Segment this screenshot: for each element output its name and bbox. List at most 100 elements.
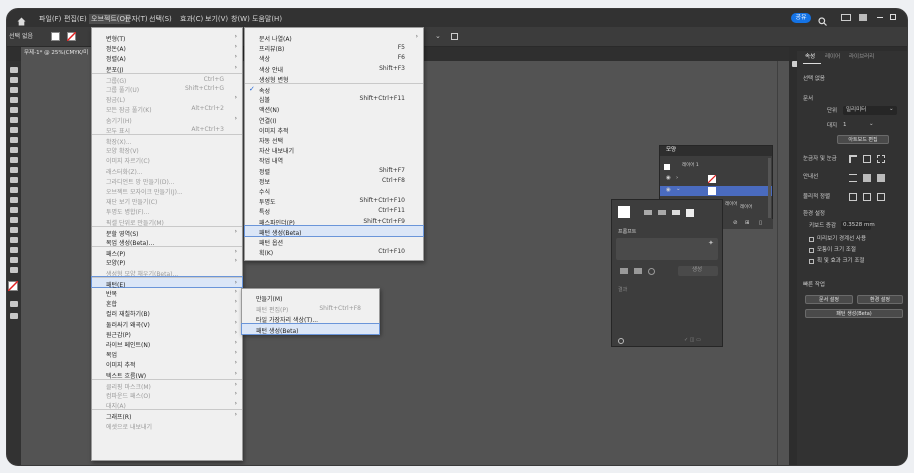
object-menu-item[interactable]: 분할 영역(S) › [92,225,242,238]
share-button[interactable]: 공유 [791,13,811,23]
object-menu-item[interactable]: 둘러싸기 왜곡(V) › [92,318,242,329]
object-menu-item[interactable]: 목업 생성(Beta)... [92,236,242,247]
window-menu-item[interactable]: 색상 F6 [245,52,423,63]
object-menu-item[interactable]: 래스터화(Z)... [92,165,242,176]
menu-object[interactable]: 오브젝트(O) [89,14,130,24]
trash-icon[interactable]: ▯ [759,220,762,227]
object-menu-item[interactable]: 패스(P) › [92,246,242,258]
object-menu-item[interactable]: 패턴(E) › [91,275,243,289]
artboard-dropdown[interactable]: 1 ⌄ [843,121,879,130]
draw-mode-icon[interactable] [10,313,18,319]
menu-edit[interactable]: 편집(E) [64,14,87,24]
home-icon[interactable] [17,13,26,26]
shape-builder-tool-icon[interactable] [10,217,18,223]
pen-tool-icon[interactable] [10,97,18,103]
chevron-right-icon[interactable]: › [676,175,678,182]
keyboard-increment-input[interactable]: 0.3528 mm [841,221,875,230]
artboard-tool-icon[interactable] [10,247,18,253]
generate-button[interactable]: 생성 [678,266,718,276]
pattern-submenu-item[interactable]: 만들기(M) [242,292,379,303]
object-menu-item[interactable]: 정렬(A) › [92,52,242,63]
window-menu-item[interactable]: 생성형 변형 [245,73,423,84]
layer-row-selected[interactable]: ◉ ⌄ [660,186,772,196]
blend-tool-icon[interactable] [10,237,18,243]
object-menu-item[interactable]: 대지(A) › [92,399,242,410]
window-menu-item[interactable]: 자동 선택 [245,134,423,145]
object-menu-item[interactable]: 숨기기(H) › [92,114,242,125]
pattern-submenu-item[interactable]: 패턴 편집(P) Shift+Ctrl+F8 [242,303,379,314]
selection-tool-icon[interactable] [10,67,18,73]
maximize-icon[interactable] [890,14,896,20]
share-doc-icon[interactable] [451,33,458,40]
layers-panel-scrollbar[interactable] [768,158,771,218]
paintbrush-tool-icon[interactable] [10,147,18,153]
object-menu-item[interactable]: 그라디언트 망 만들기(D)... [92,175,242,186]
screen-mode-icon[interactable] [10,301,18,307]
object-menu-item[interactable]: 오브젝트 모자이크 만들기(J)... [92,185,242,196]
object-menu-item[interactable]: 클리핑 마스크(M) › [92,378,242,391]
width-tool-icon[interactable] [10,197,18,203]
document-setup-button[interactable]: 문서 설정 [805,295,853,304]
curvature-tool-icon[interactable] [10,107,18,113]
object-menu-item[interactable]: 그룹(G) Ctrl+G [92,72,242,85]
snap-point-icon[interactable] [849,193,857,201]
workspace-icon[interactable] [841,14,851,21]
object-menu-item[interactable]: 재단 보기 만들기(C) [92,195,242,206]
object-menu-item[interactable]: 정돈(A) › [92,42,242,53]
transform-icon[interactable]: ⌄ [435,33,441,40]
object-menu-item[interactable]: 원근감(P) › [92,328,242,339]
window-menu-item[interactable]: 자산 내보내기 [245,144,423,155]
window-menu-item[interactable]: 작업 내역 [245,154,423,165]
edit-artboard-button[interactable]: 아트보드 편집 [837,135,889,144]
menu-type[interactable]: 문자(T) [125,14,148,24]
new-layer-icon[interactable]: ⊘ [733,220,738,227]
window-menu-item[interactable]: 심볼 Shift+Ctrl+F11 [245,93,423,104]
object-menu-item[interactable]: 투명도 병합(F)... [92,205,242,216]
eraser-tool-icon[interactable] [10,167,18,173]
duplicate-icon[interactable]: ⊞ [745,220,750,227]
pencil-tool-icon[interactable] [10,157,18,163]
object-menu-item[interactable]: 모두 표시 Alt+Ctrl+3 [92,124,242,135]
menu-select[interactable]: 선택(S) [149,14,172,24]
pattern-submenu-item[interactable]: 패턴 생성(Beta) [241,322,380,335]
object-menu-item[interactable]: 반복 › [92,287,242,298]
object-menu-item[interactable]: 라이브 페인트(N) › [92,338,242,349]
snap-pixel-icon[interactable] [877,193,885,201]
object-menu-item[interactable]: 잠금(L) › [92,93,242,104]
fill-swatch[interactable] [51,32,60,41]
rectangle-tool-icon[interactable] [10,137,18,143]
preferences-button[interactable]: 환경 설정 [857,295,903,304]
object-menu-item[interactable]: 모양 확장(V) [92,144,242,155]
settings-gear-icon[interactable] [648,268,655,275]
object-menu-item[interactable]: 모양(P) › [92,256,242,267]
prompt-input[interactable]: ✦ [616,238,718,260]
lightbulb-icon[interactable]: ✦ [708,240,714,247]
window-menu-item[interactable]: 수식 [245,185,423,196]
snap-glyph-icon[interactable] [863,193,871,201]
layers-panel-tab[interactable]: 모양 [666,147,676,154]
window-menu-item[interactable]: 액션(N) [245,103,423,114]
lock-guides-icon[interactable] [877,174,885,182]
arrange-icon[interactable] [859,14,867,21]
object-menu-item[interactable]: 혼합 › [92,297,242,308]
window-menu-item[interactable]: 색상 안내 Shift+F3 [245,63,423,74]
window-menu-item[interactable]: 정렬 Shift+F7 [245,165,423,176]
window-menu-item[interactable]: 패턴 옵션 [245,236,423,247]
layer-row[interactable]: 레이어 1 [660,162,772,172]
object-menu-item[interactable]: 에셋으로 내보내기 [92,420,242,431]
generate-pattern-button[interactable]: 패턴 생성(Beta) [805,309,903,318]
stroke-swatch[interactable] [67,32,76,41]
window-menu-item[interactable]: 패턴 생성(Beta) [244,224,424,237]
object-menu-item[interactable]: 생성형 모양 채우기(Beta)... [92,267,242,278]
chevron-down-icon[interactable]: ⌄ [676,186,681,193]
free-transform-tool-icon[interactable] [10,207,18,213]
tile-type-icon[interactable] [644,210,652,215]
eye-icon[interactable]: ◉ [666,187,671,194]
object-menu-item[interactable]: 픽셀 단위로 만들기(M) [92,216,242,227]
window-menu-item[interactable]: 특성 Ctrl+F11 [245,205,423,216]
menu-file[interactable]: 파일(F) [39,14,61,24]
window-menu-item[interactable]: 투명도 Shift+Ctrl+F10 [245,195,423,206]
object-menu-item[interactable]: 컴파운드 패스(O) › [92,389,242,400]
object-menu-item[interactable]: 그룹 풀기(U) Shift+Ctrl+G [92,83,242,94]
pixel-grid-icon[interactable] [877,155,885,163]
